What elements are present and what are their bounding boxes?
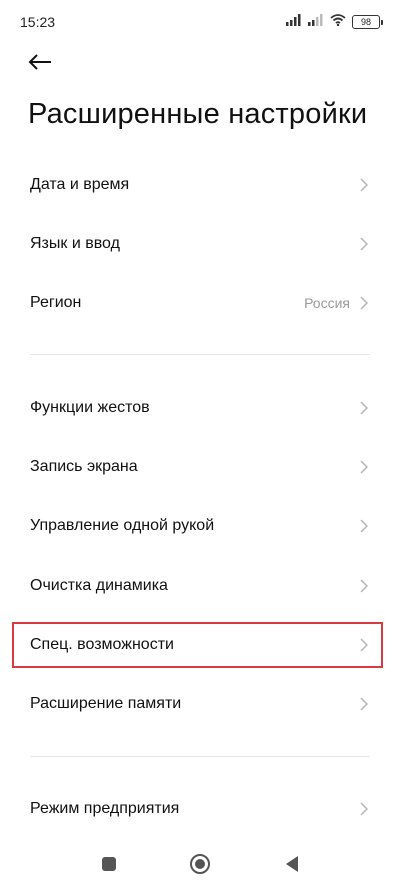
chevron-right-icon (358, 696, 370, 712)
settings-item-enterprise-mode[interactable]: Режим предприятия (0, 780, 400, 838)
settings-item-accessibility[interactable]: Спец. возможности (0, 616, 400, 674)
item-label: Регион (30, 294, 82, 311)
settings-item-region[interactable]: Регион Россия (0, 274, 400, 332)
battery-icon: 98 (352, 15, 383, 29)
item-label: Расширение памяти (30, 695, 182, 712)
status-icons: 98 (286, 13, 383, 31)
status-time: 15:23 (20, 14, 56, 30)
chevron-right-icon (358, 801, 370, 817)
section-divider (30, 756, 370, 757)
nav-back-button[interactable] (280, 854, 304, 878)
back-button[interactable] (24, 50, 56, 78)
item-label: Дата и время (30, 176, 130, 193)
chevron-right-icon (358, 637, 370, 653)
item-label: Режим предприятия (30, 800, 180, 817)
item-label: Функции жестов (30, 399, 150, 416)
signal-icon (286, 13, 302, 31)
item-label: Запись экрана (30, 458, 138, 475)
settings-item-screen-recording[interactable]: Запись экрана (0, 438, 400, 496)
item-label: Язык и ввод (30, 235, 120, 252)
back-arrow-icon (28, 53, 52, 76)
chevron-right-icon (358, 578, 370, 594)
home-circle-icon (189, 853, 211, 880)
item-label: Управление одной рукой (30, 517, 215, 534)
settings-item-language-input[interactable]: Язык и ввод (0, 215, 400, 273)
page-title: Расширенные настройки (28, 98, 368, 130)
recents-button[interactable] (97, 854, 121, 878)
signal-icon (308, 13, 324, 31)
chevron-right-icon (358, 400, 370, 416)
chevron-right-icon (358, 518, 370, 534)
navigation-bar (0, 840, 400, 889)
chevron-right-icon (358, 177, 370, 193)
settings-item-one-handed[interactable]: Управление одной рукой (0, 497, 400, 555)
wifi-icon (330, 13, 346, 31)
status-bar: 15:23 98 (0, 0, 400, 44)
settings-item-speaker-cleaner[interactable]: Очистка динамика (0, 557, 400, 615)
settings-item-memory-extension[interactable]: Расширение памяти (0, 675, 400, 733)
settings-item-gestures[interactable]: Функции жестов (0, 379, 400, 437)
chevron-right-icon (358, 459, 370, 475)
item-value: Россия (304, 295, 350, 311)
item-label: Очистка динамика (30, 577, 168, 594)
item-label: Спец. возможности (30, 636, 174, 653)
chevron-right-icon (358, 236, 370, 252)
chevron-right-icon (358, 295, 370, 311)
section-divider (30, 354, 370, 355)
recents-square-icon (101, 856, 117, 877)
settings-item-date-time[interactable]: Дата и время (0, 156, 400, 214)
home-button[interactable] (188, 853, 212, 880)
back-triangle-icon (284, 855, 300, 878)
